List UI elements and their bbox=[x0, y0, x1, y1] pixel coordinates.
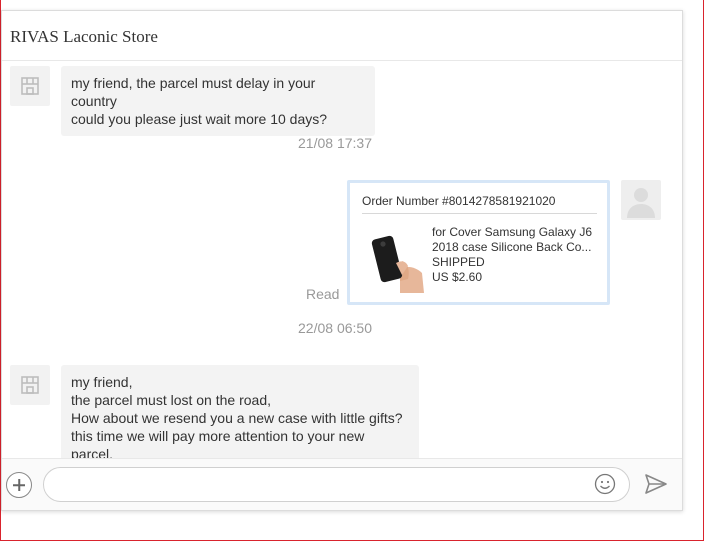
message-bubble-received: my friend, the parcel must delay in your… bbox=[61, 66, 375, 136]
order-price: US $2.60 bbox=[432, 270, 483, 284]
send-icon[interactable] bbox=[644, 473, 668, 495]
product-image[interactable] bbox=[366, 223, 426, 293]
timestamp-text: 22/08 06:50 bbox=[298, 320, 372, 336]
store-avatar bbox=[10, 66, 50, 106]
message-line: could you please just wait more 10 days? bbox=[71, 111, 328, 127]
timestamp: 21/08 17:37 bbox=[2, 135, 682, 151]
user-avatar-icon bbox=[627, 188, 655, 218]
message-line: my friend, the parcel must delay in your… bbox=[71, 75, 316, 109]
message-line: my friend, bbox=[71, 374, 133, 390]
user-avatar bbox=[621, 180, 661, 220]
store-name: RIVAS Laconic Store bbox=[10, 27, 158, 46]
store-icon bbox=[21, 77, 39, 95]
divider bbox=[362, 213, 597, 214]
smiley-icon[interactable] bbox=[594, 473, 616, 495]
read-status: Read bbox=[306, 286, 340, 302]
store-avatar bbox=[10, 365, 50, 405]
composer-bar bbox=[2, 458, 682, 510]
chat-header: RIVAS Laconic Store bbox=[2, 11, 682, 61]
store-icon bbox=[21, 376, 39, 394]
order-card[interactable]: Order Number #8014278581921020 for Cover… bbox=[347, 180, 610, 305]
message-line: How about we resend you a new case with … bbox=[71, 410, 403, 426]
timestamp: 22/08 06:50 bbox=[2, 320, 682, 336]
chat-panel: RIVAS Laconic Store my friend, the parce… bbox=[1, 10, 683, 511]
order-number[interactable]: Order Number #8014278581921020 bbox=[362, 194, 555, 208]
product-title[interactable]: for Cover Samsung Galaxy J6 bbox=[432, 225, 597, 240]
message-bubble-received: my friend, the parcel must lost on the r… bbox=[61, 365, 419, 471]
order-status: SHIPPED bbox=[432, 255, 485, 269]
message-input[interactable] bbox=[43, 467, 630, 502]
message-line: the parcel must lost on the road, bbox=[71, 392, 271, 408]
product-title[interactable]: 2018 case Silicone Back Co... bbox=[432, 240, 597, 255]
timestamp-text: 21/08 17:37 bbox=[298, 135, 372, 151]
plus-icon[interactable] bbox=[6, 472, 32, 498]
